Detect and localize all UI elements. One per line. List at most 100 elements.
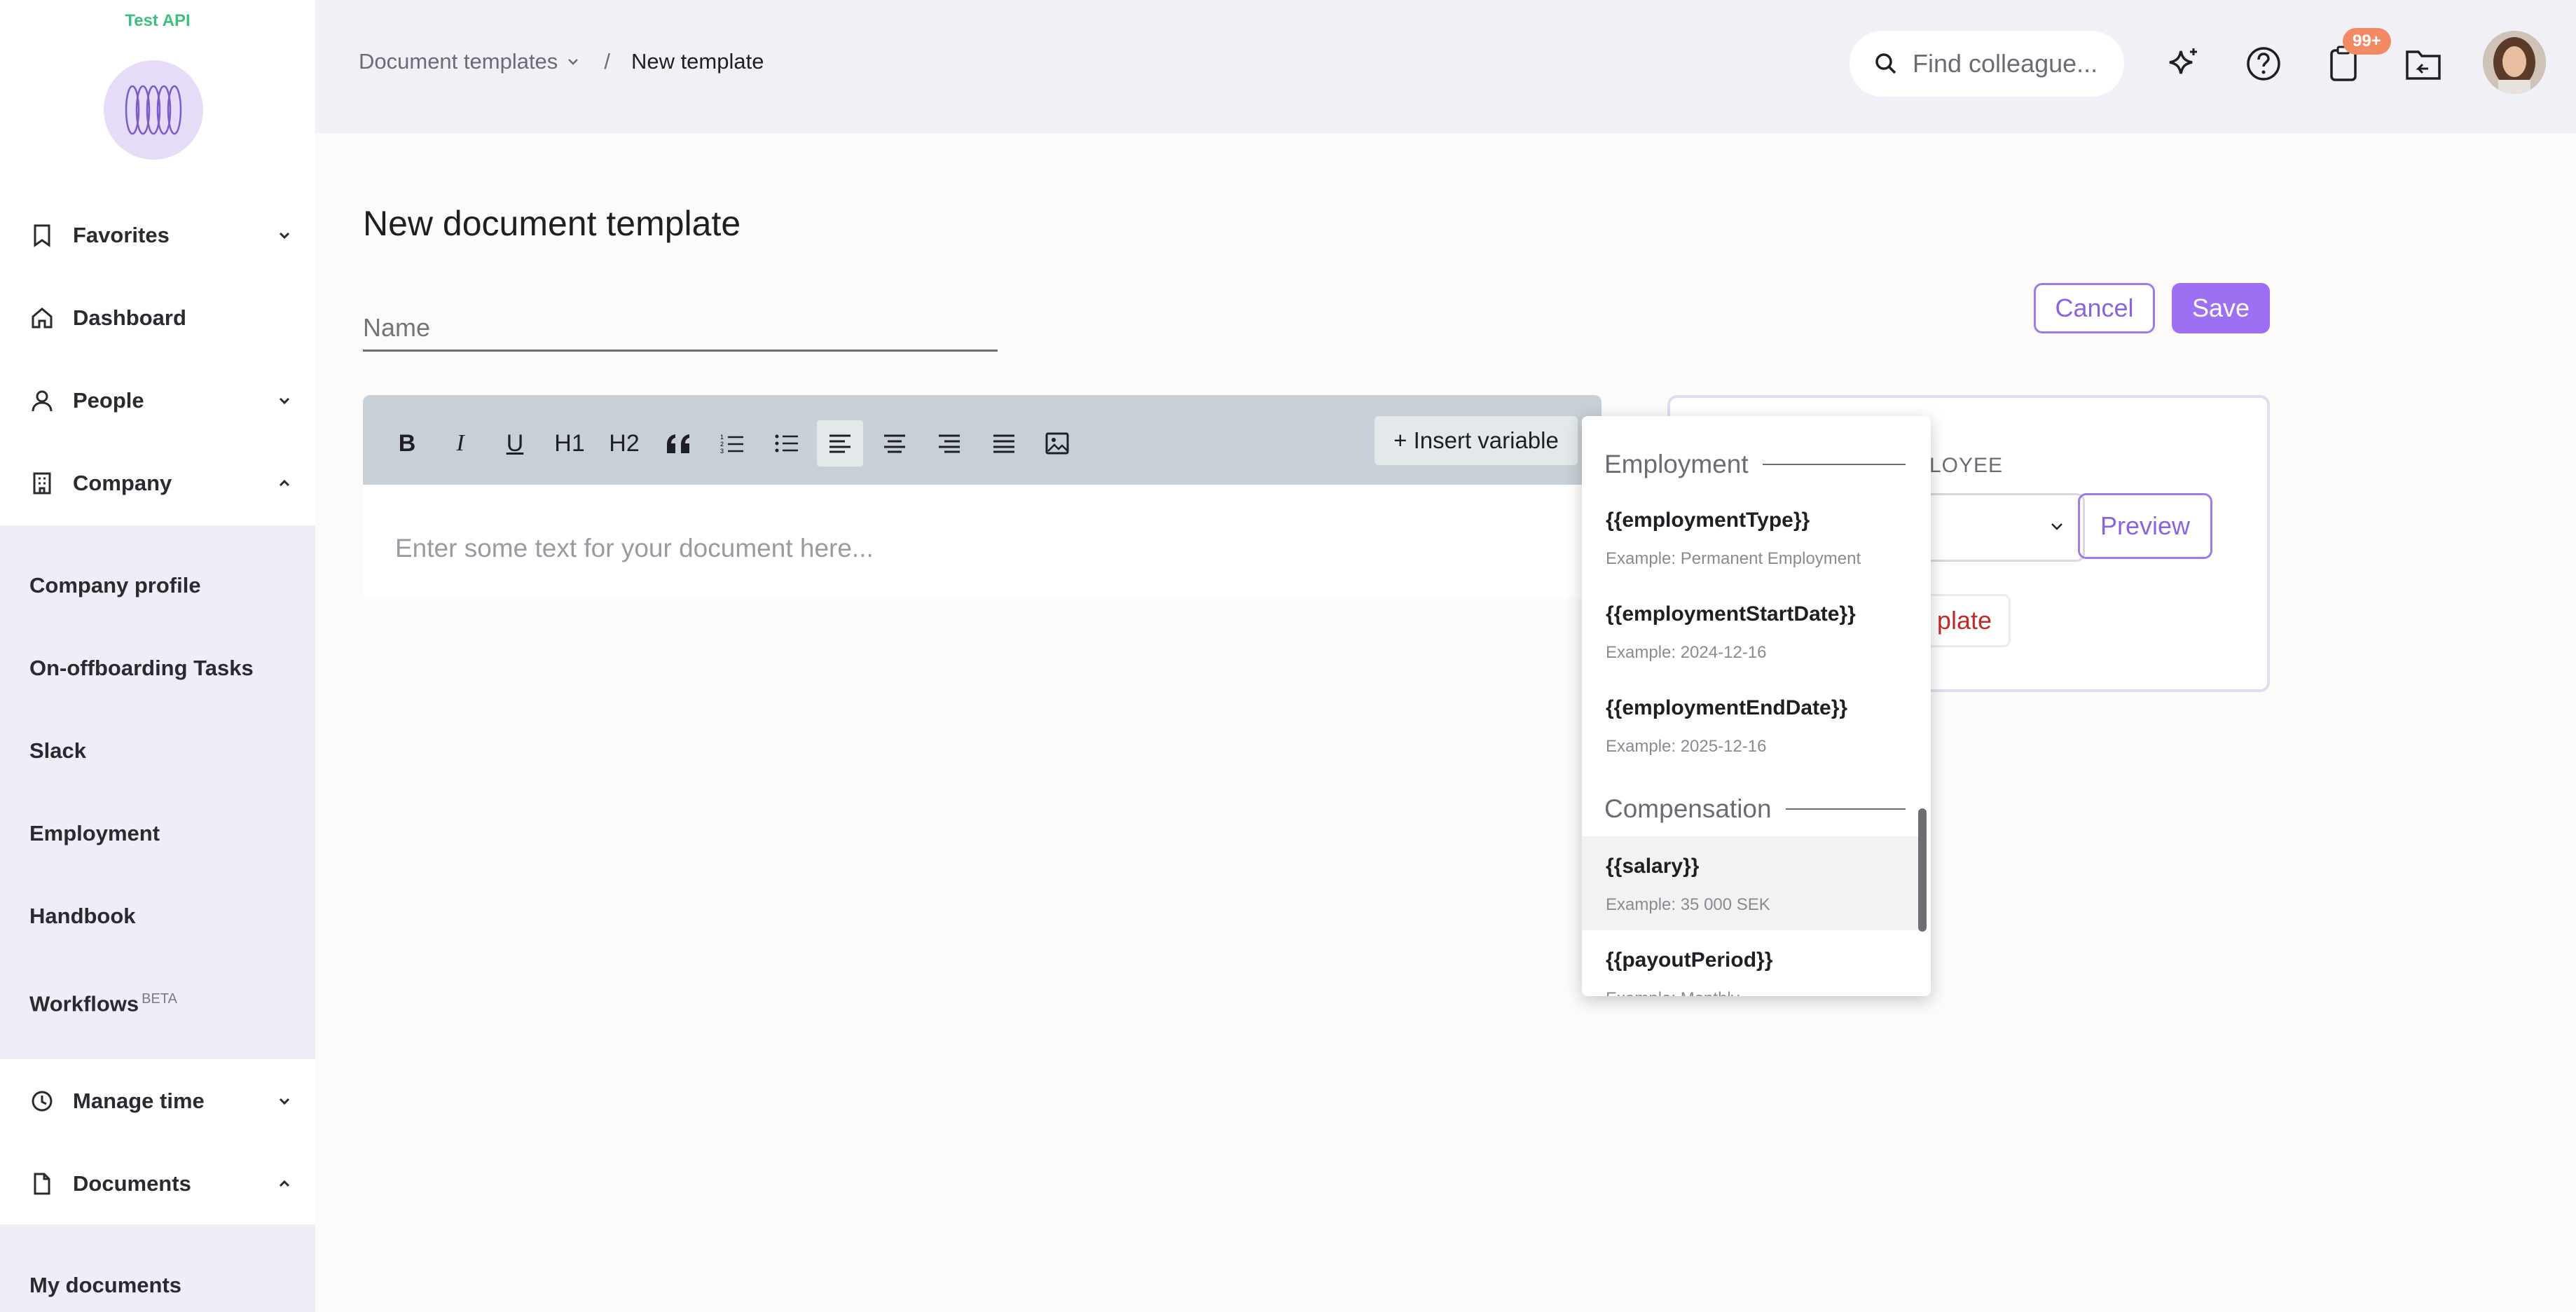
logo-icon bbox=[125, 85, 182, 135]
variable-example: Example: 2025-12-16 bbox=[1606, 737, 1767, 756]
variable-name: {{salary}} bbox=[1606, 855, 1700, 878]
align-left-icon[interactable] bbox=[817, 420, 863, 467]
insert-variable-button[interactable]: + Insert variable bbox=[1375, 416, 1578, 465]
variable-option[interactable]: {{employmentType}} Example: Permanent Em… bbox=[1582, 490, 1922, 584]
preview-button[interactable]: Preview bbox=[2078, 493, 2212, 559]
variable-option[interactable]: {{salary}} Example: 35 000 SEK bbox=[1582, 836, 1922, 930]
divider bbox=[1785, 808, 1906, 810]
variable-example: Example: Monthly bbox=[1606, 989, 1922, 996]
sidebar-item-label: Favorites bbox=[73, 223, 170, 247]
svg-text:1: 1 bbox=[720, 434, 724, 441]
sparkle-icon[interactable] bbox=[2163, 43, 2204, 84]
search-icon bbox=[1875, 53, 1896, 74]
group-header-employment: Employment bbox=[1604, 450, 1906, 479]
dropdown-scrollbar[interactable] bbox=[1918, 808, 1927, 932]
breadcrumb: Document templates / New template bbox=[359, 49, 764, 74]
name-input[interactable] bbox=[363, 305, 998, 352]
bold-button[interactable]: B bbox=[384, 420, 430, 467]
group-title: Employment bbox=[1604, 450, 1749, 478]
h2-button[interactable]: H2 bbox=[601, 420, 647, 467]
document-icon bbox=[28, 1170, 56, 1198]
sidebar: Test API Favorites Dashboard People Comp… bbox=[0, 0, 315, 1312]
chevron-down-icon bbox=[279, 397, 290, 405]
subnav-onoffboarding-tasks[interactable]: On-offboarding Tasks bbox=[29, 651, 254, 686]
insert-variable-dropdown: Employment {{employmentType}} Example: P… bbox=[1582, 416, 1931, 996]
search-placeholder: Find colleague... bbox=[1913, 49, 2098, 78]
company-subnav: Company profile On-offboarding Tasks Sla… bbox=[0, 525, 315, 1059]
documents-subnav: My documents bbox=[0, 1224, 315, 1312]
variable-example: Example: 35 000 SEK bbox=[1606, 895, 1770, 914]
beta-badge: BETA bbox=[142, 991, 177, 1007]
top-header: Document templates / New template Find c… bbox=[315, 0, 2576, 133]
clock-icon bbox=[28, 1087, 56, 1115]
variable-option[interactable]: {{payoutPeriod}} Example: Monthly bbox=[1582, 930, 1922, 996]
variable-name: {{employmentStartDate}} bbox=[1606, 602, 1856, 626]
cancel-button[interactable]: Cancel bbox=[2034, 283, 2155, 333]
subnav-company-profile[interactable]: Company profile bbox=[29, 568, 201, 603]
align-center-icon[interactable] bbox=[872, 420, 918, 467]
group-title: Compensation bbox=[1604, 794, 1772, 823]
employee-label: LOYEE bbox=[1929, 454, 2004, 477]
bullet-list-icon[interactable] bbox=[764, 420, 810, 467]
breadcrumb-separator: / bbox=[604, 49, 610, 74]
sidebar-item-label: Company bbox=[73, 471, 172, 495]
h1-button[interactable]: H1 bbox=[546, 420, 593, 467]
company-logo[interactable] bbox=[104, 60, 203, 160]
home-icon bbox=[28, 304, 56, 332]
variable-name: {{payoutPeriod}} bbox=[1606, 948, 1773, 972]
save-button[interactable]: Save bbox=[2172, 283, 2270, 333]
sidebar-item-label: Manage time bbox=[73, 1089, 205, 1113]
variable-example: Example: 2024-12-16 bbox=[1606, 643, 1767, 662]
bookmark-icon bbox=[28, 221, 56, 249]
variable-name: {{employmentType}} bbox=[1606, 509, 1810, 532]
align-right-icon[interactable] bbox=[926, 420, 972, 467]
subnav-my-documents[interactable]: My documents bbox=[29, 1268, 181, 1303]
editor-toolbar: B I U H1 H2 123 + Insert variable bbox=[363, 395, 1602, 485]
chevron-up-icon bbox=[279, 479, 290, 487]
subnav-employment[interactable]: Employment bbox=[29, 816, 160, 851]
sidebar-item-label: People bbox=[73, 388, 144, 413]
building-icon bbox=[28, 469, 56, 497]
sidebar-item-dashboard[interactable]: Dashboard bbox=[0, 290, 315, 346]
breadcrumb-current: New template bbox=[631, 49, 764, 74]
breadcrumb-parent[interactable]: Document templates bbox=[359, 49, 558, 74]
rich-text-editor: B I U H1 H2 123 + Insert variable Enter bbox=[363, 395, 1602, 598]
sidebar-item-manage-time[interactable]: Manage time bbox=[0, 1073, 315, 1129]
variable-option[interactable]: {{employmentEndDate}} Example: 2025-12-1… bbox=[1582, 678, 1922, 772]
page-title: New document template bbox=[363, 204, 741, 243]
sidebar-item-company[interactable]: Company bbox=[0, 455, 315, 511]
underline-button[interactable]: U bbox=[492, 420, 538, 467]
italic-button[interactable]: I bbox=[437, 420, 483, 467]
image-icon[interactable] bbox=[1034, 420, 1080, 467]
chevron-down-icon[interactable] bbox=[563, 52, 583, 71]
folder-return-icon[interactable] bbox=[2403, 43, 2444, 84]
sidebar-item-label: Documents bbox=[73, 1171, 191, 1196]
chevron-up-icon bbox=[279, 1180, 290, 1187]
variable-example: Example: Permanent Employment bbox=[1606, 549, 1861, 568]
sidebar-item-label: Dashboard bbox=[73, 305, 186, 330]
search-input[interactable]: Find colleague... bbox=[1850, 31, 2124, 97]
help-icon[interactable] bbox=[2243, 43, 2284, 84]
quote-icon[interactable] bbox=[656, 420, 702, 467]
group-header-compensation: Compensation bbox=[1604, 794, 1906, 824]
sidebar-item-documents[interactable]: Documents bbox=[0, 1156, 315, 1212]
svg-text:2: 2 bbox=[720, 441, 724, 448]
sidebar-item-favorites[interactable]: Favorites bbox=[0, 207, 315, 263]
variable-option[interactable]: {{employmentStartDate}} Example: 2024-12… bbox=[1582, 584, 1922, 678]
chevron-down-icon bbox=[2051, 523, 2062, 530]
subnav-handbook[interactable]: Handbook bbox=[29, 899, 136, 934]
subnav-workflows-label: Workflows bbox=[29, 991, 139, 1016]
chevron-down-icon bbox=[279, 1098, 290, 1105]
ordered-list-icon[interactable]: 123 bbox=[709, 420, 755, 467]
editor-content-area[interactable]: Enter some text for your document here..… bbox=[363, 485, 1602, 598]
avatar-image bbox=[2483, 31, 2546, 94]
avatar[interactable] bbox=[2483, 31, 2546, 94]
sidebar-item-people[interactable]: People bbox=[0, 373, 315, 429]
variable-name: {{employmentEndDate}} bbox=[1606, 696, 1848, 719]
brand-name: Test API bbox=[125, 11, 191, 30]
subnav-slack[interactable]: Slack bbox=[29, 733, 86, 768]
subnav-workflows[interactable]: Workflows BETA bbox=[29, 981, 177, 1016]
align-justify-icon[interactable] bbox=[981, 420, 1027, 467]
divider bbox=[1762, 464, 1906, 465]
svg-text:3: 3 bbox=[720, 448, 724, 454]
